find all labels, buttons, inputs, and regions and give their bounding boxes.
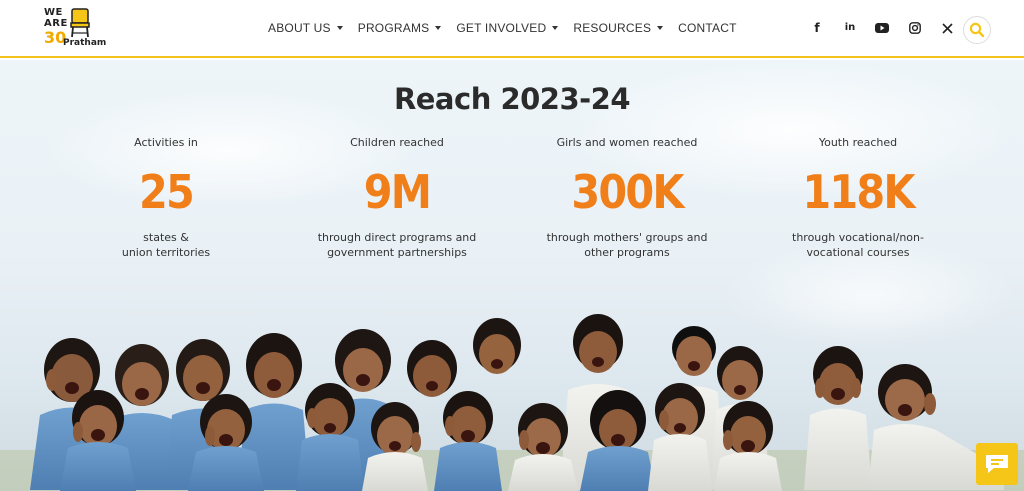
stat-value: 300K (571, 165, 684, 219)
search-icon (969, 22, 985, 38)
nav-programs-label: PROGRAMS (357, 21, 430, 35)
search-button[interactable] (963, 16, 991, 44)
linkedin-icon[interactable]: in (842, 20, 858, 36)
caret-down-icon (552, 26, 559, 30)
stat-value: 118K (802, 165, 915, 219)
stat-value: 25 (138, 165, 195, 219)
x-icon[interactable] (939, 20, 955, 36)
stat-label: Activities in (134, 136, 198, 149)
stat-label: Youth reached (818, 136, 898, 149)
caret-down-icon (435, 26, 442, 30)
site-header: WE ARE 30 Pratham ABOUT US PROGRAMS GET … (0, 0, 1024, 58)
nav-resources[interactable]: RESOURCES (573, 20, 664, 36)
nav-about-us-label: ABOUT US (268, 21, 331, 35)
chat-button[interactable] (976, 443, 1018, 485)
nav-resources-label: RESOURCES (573, 21, 652, 35)
logo-pratham: Pratham (63, 38, 107, 48)
stat-description: through mothers' groups and other progra… (546, 231, 708, 259)
nav-get-involved-label: GET INVOLVED (456, 21, 547, 35)
reach-title: Reach 2023-24 (393, 82, 631, 116)
chat-icon (986, 455, 1008, 473)
stat-children: Children reached 9M through direct progr… (282, 136, 512, 260)
nav-programs[interactable]: PROGRAMS (358, 20, 442, 36)
stat-girls-women: Girls and women reached 300K through mot… (512, 136, 742, 260)
stat-label: Girls and women reached (556, 136, 698, 149)
chair-icon (70, 8, 90, 38)
reach-hero: Reach 2023-24 Activities in 25 states & … (0, 60, 1024, 491)
stat-label: Children reached (350, 136, 444, 149)
stat-value: 9M (363, 165, 432, 219)
main-nav: ABOUT US PROGRAMS GET INVOLVED RESOURCES… (268, 20, 752, 36)
caret-down-icon (657, 26, 664, 30)
pratham-logo[interactable]: WE ARE 30 Pratham (44, 7, 107, 50)
logo-we: WE (44, 7, 63, 18)
stat-youth: Youth reached 118K through vocational/no… (743, 136, 973, 260)
stat-description: through direct programs and government p… (317, 231, 477, 259)
instagram-icon[interactable] (907, 20, 923, 36)
stat-description: states & union territories (121, 231, 211, 259)
youtube-icon[interactable] (874, 20, 890, 36)
nav-about-us[interactable]: ABOUT US (268, 20, 343, 36)
stat-description: through vocational/non- vocational cours… (792, 231, 924, 259)
nav-contact-label: CONTACT (678, 21, 737, 35)
nav-contact[interactable]: CONTACT (678, 20, 737, 36)
stat-activities: Activities in 25 states & union territor… (51, 136, 281, 260)
facebook-icon[interactable]: f (809, 20, 825, 36)
nav-get-involved[interactable]: GET INVOLVED (456, 20, 559, 36)
children-photo (0, 314, 1024, 491)
caret-down-icon (336, 26, 343, 30)
